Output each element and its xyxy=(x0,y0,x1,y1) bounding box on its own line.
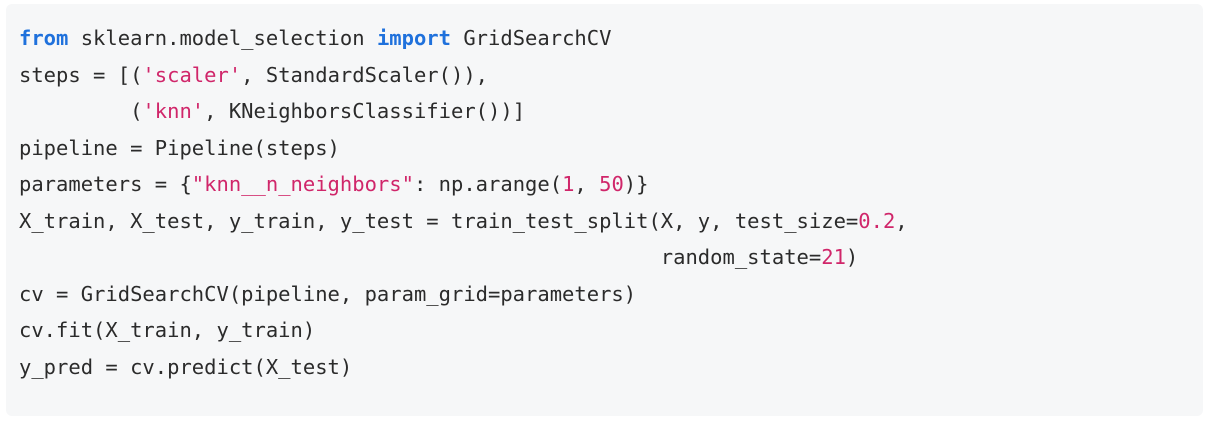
code-token: random_state= xyxy=(19,245,822,269)
code-line-5: parameters = {"knn__n_neighbors": np.ara… xyxy=(6,166,1203,203)
code-line-4: pipeline = Pipeline(steps) xyxy=(6,130,1203,167)
code-line-2: steps = [('scaler', StandardScaler()), xyxy=(6,57,1203,94)
code-line-8: cv = GridSearchCV(pipeline, param_grid=p… xyxy=(6,276,1203,313)
code-token: parameters = { xyxy=(19,172,192,196)
code-line-1: from sklearn.model_selection import Grid… xyxy=(6,20,1203,57)
code-token: ( xyxy=(19,99,143,123)
code-token: y_pred = cv.predict(X_test) xyxy=(19,354,353,379)
string-token: 'knn' xyxy=(142,99,205,123)
keyword-token: import xyxy=(376,26,451,50)
string-token: "knn__n_neighbors" xyxy=(191,172,414,196)
code-token: ) xyxy=(845,245,859,269)
number-token: 50 xyxy=(599,172,624,196)
number-token: 0.2 xyxy=(858,208,896,233)
code-line-6: X_train, X_test, y_train, y_test = train… xyxy=(6,203,1203,240)
code-token: cv = GridSearchCV(pipeline, param_grid=p… xyxy=(19,281,637,306)
number-token: 1 xyxy=(562,172,575,196)
code-token: steps = [( xyxy=(19,62,143,87)
code-line-10: y_pred = cv.predict(X_test) xyxy=(6,349,1203,386)
string-token: 'scaler' xyxy=(142,62,242,87)
code-token: sklearn.model_selection xyxy=(68,26,377,50)
code-token: : np.arange( xyxy=(413,172,563,196)
code-token: , KNeighborsClassifier())] xyxy=(204,99,526,123)
code-token: , StandardScaler()), xyxy=(241,62,489,87)
number-token: 21 xyxy=(821,245,846,269)
code-token: GridSearchCV xyxy=(451,26,612,50)
code-line-3: ('knn', KNeighborsClassifier())] xyxy=(6,93,1203,130)
code-token: , xyxy=(895,208,908,233)
code-line-9: cv.fit(X_train, y_train) xyxy=(6,312,1203,349)
code-token: )} xyxy=(623,172,649,196)
keyword-token: from xyxy=(19,26,69,50)
code-token: X_train, X_test, y_train, y_test = train… xyxy=(19,208,859,233)
code-line-7: random_state=21) xyxy=(6,239,1203,276)
code-token: pipeline = Pipeline(steps) xyxy=(19,135,340,160)
code-block: from sklearn.model_selection import Grid… xyxy=(6,4,1203,416)
code-token: cv.fit(X_train, y_train) xyxy=(19,318,316,342)
code-token: , xyxy=(574,172,600,196)
